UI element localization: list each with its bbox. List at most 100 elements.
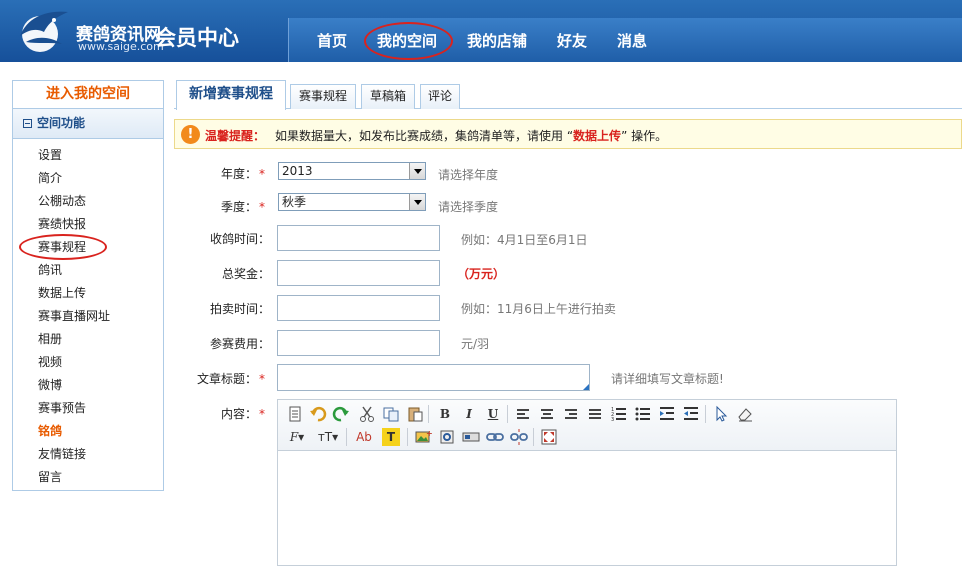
- indent-icon[interactable]: [658, 405, 676, 423]
- tab-comments[interactable]: 评论: [420, 84, 460, 109]
- reminder-highlight: 数据上传: [573, 129, 622, 143]
- annotation-circle-sidebar: [19, 234, 107, 260]
- pigeon-logo-icon: [20, 11, 68, 52]
- select-all-icon[interactable]: [712, 405, 730, 423]
- reminder-text-before: 如果数据量大，如发布比赛成绩，集鸽清单等，请使用 “: [275, 129, 574, 143]
- reminder-label: 温馨提醒：: [205, 129, 266, 143]
- sidebar-item-album[interactable]: 相册: [13, 328, 163, 351]
- cut-icon[interactable]: [358, 405, 376, 423]
- toolbar-separator: [533, 428, 534, 446]
- link-icon[interactable]: [486, 428, 504, 446]
- prize-input[interactable]: [277, 260, 440, 286]
- svg-text:+: +: [426, 429, 432, 438]
- space-functions-header[interactable]: 空间功能: [13, 109, 163, 139]
- unordered-list-icon[interactable]: [634, 405, 652, 423]
- editor-content-area[interactable]: [278, 452, 896, 565]
- dropdown-arrow-icon[interactable]: [409, 194, 425, 210]
- tab-drafts[interactable]: 草稿箱: [361, 84, 415, 109]
- season-hint: 请选择季度: [438, 200, 499, 214]
- warning-icon: !: [181, 125, 200, 144]
- sidebar-item-video[interactable]: 视频: [13, 351, 163, 374]
- svg-text:3: 3: [611, 417, 614, 423]
- sidebar-item-race-preview[interactable]: 赛事预告: [13, 397, 163, 420]
- align-right-icon[interactable]: [562, 405, 580, 423]
- collect-time-label: 收鸽时间：: [209, 232, 270, 246]
- site-logo[interactable]: 赛鸽资讯网 www.saige.com 会员中心: [10, 4, 275, 58]
- content-label: 内容： *: [220, 407, 265, 421]
- highlight-color-icon[interactable]: T: [382, 428, 400, 446]
- sidebar-item-race-results[interactable]: 赛绩快报: [13, 213, 163, 236]
- nav-home[interactable]: 首页: [317, 30, 347, 51]
- tab-race-rules[interactable]: 赛事规程: [290, 84, 356, 109]
- rich-text-editor: B I U 123 F▾ тT▾ Ab T +: [277, 399, 897, 566]
- sidebar-item-weibo[interactable]: 微博: [13, 374, 163, 397]
- section-title: 会员中心: [155, 26, 239, 50]
- article-title-label: 文章标题： *: [196, 372, 265, 386]
- season-select[interactable]: 秋季: [278, 193, 426, 211]
- tab-bar: 新增赛事规程 赛事规程 草稿箱 评论: [174, 80, 962, 110]
- copy-icon[interactable]: [382, 405, 400, 423]
- fee-input[interactable]: [277, 330, 440, 356]
- sidebar-item-loft-news[interactable]: 公棚动态: [13, 190, 163, 213]
- toolbar-separator: [407, 428, 408, 446]
- nav-friends[interactable]: 好友: [557, 30, 587, 51]
- year-select[interactable]: 2013: [278, 162, 426, 180]
- align-center-icon[interactable]: [538, 405, 556, 423]
- sidebar-item-data-upload[interactable]: 数据上传: [13, 282, 163, 305]
- redo-icon[interactable]: [332, 405, 350, 423]
- align-justify-icon[interactable]: [586, 405, 604, 423]
- outdent-icon[interactable]: [682, 405, 700, 423]
- site-header: 赛鸽资讯网 www.saige.com 会员中心 首页 我的空间 我的店铺 好友…: [0, 0, 962, 62]
- ordered-list-icon[interactable]: 123: [610, 405, 628, 423]
- sidebar-item-guestbook[interactable]: 留言: [13, 466, 163, 489]
- article-title-input[interactable]: [277, 364, 590, 391]
- collapse-icon[interactable]: [23, 119, 32, 128]
- reminder-text: 如果数据量大，如发布比赛成绩，集鸽清单等，请使用 “数据上传” 操作。: [275, 127, 667, 144]
- nav-messages[interactable]: 消息: [617, 30, 647, 51]
- dropdown-arrow-icon[interactable]: [409, 163, 425, 179]
- nav-my-store[interactable]: 我的店铺: [467, 30, 527, 51]
- sidebar-menu: 设置 简介 公棚动态 赛绩快报 赛事规程 鸽讯 数据上传 赛事直播网址 相册 视…: [13, 139, 163, 489]
- collect-time-input[interactable]: [277, 225, 440, 251]
- sidebar-item-links[interactable]: 友情链接: [13, 443, 163, 466]
- sidebar-item-intro[interactable]: 简介: [13, 167, 163, 190]
- font-color-icon[interactable]: Ab: [353, 428, 375, 446]
- undo-icon[interactable]: [309, 405, 327, 423]
- editor-toolbar: B I U 123 F▾ тT▾ Ab T +: [278, 400, 896, 451]
- year-label: 年度： *: [220, 167, 265, 181]
- font-family-icon[interactable]: F▾: [286, 428, 308, 446]
- font-size-icon[interactable]: тT▾: [316, 428, 340, 446]
- source-icon[interactable]: [286, 405, 304, 423]
- auction-time-input[interactable]: [277, 295, 440, 321]
- toolbar-separator: [346, 428, 347, 446]
- sidebar-item-pigeon-news[interactable]: 鸽讯: [13, 259, 163, 282]
- eraser-icon[interactable]: [736, 405, 754, 423]
- paste-icon[interactable]: [406, 405, 424, 423]
- sidebar-item-settings[interactable]: 设置: [13, 144, 163, 167]
- auction-time-label: 拍卖时间：: [209, 302, 270, 316]
- prize-label: 总奖金：: [221, 267, 270, 281]
- unlink-icon[interactable]: [510, 428, 528, 446]
- year-select-value: 2013: [282, 164, 313, 178]
- site-url: www.saige.com: [78, 40, 164, 53]
- bold-button[interactable]: B: [436, 405, 454, 423]
- insert-flash-icon[interactable]: [438, 428, 456, 446]
- insert-media-icon[interactable]: [462, 428, 480, 446]
- resize-handle-icon[interactable]: [583, 384, 589, 390]
- reminder-text-after: ” 操作。: [621, 129, 668, 143]
- italic-button[interactable]: I: [460, 405, 478, 423]
- tab-new-race-rules[interactable]: 新增赛事规程: [176, 80, 286, 110]
- toolbar-separator: [705, 405, 706, 423]
- align-left-icon[interactable]: [514, 405, 532, 423]
- sidebar-item-famous-pigeons[interactable]: 铭鸽: [13, 420, 163, 443]
- prize-unit: （万元）: [457, 267, 506, 281]
- fullscreen-icon[interactable]: [540, 428, 558, 446]
- fee-unit: 元/羽: [461, 337, 490, 351]
- season-select-value: 秋季: [282, 195, 307, 209]
- sidebar-item-live-url[interactable]: 赛事直播网址: [13, 305, 163, 328]
- article-title-hint: 请详细填写文章标题!: [611, 372, 724, 386]
- insert-image-icon[interactable]: +: [414, 428, 432, 446]
- enter-my-space-link[interactable]: 进入我的空间: [13, 81, 163, 109]
- underline-button[interactable]: U: [484, 405, 502, 423]
- season-label: 季度： *: [220, 200, 265, 214]
